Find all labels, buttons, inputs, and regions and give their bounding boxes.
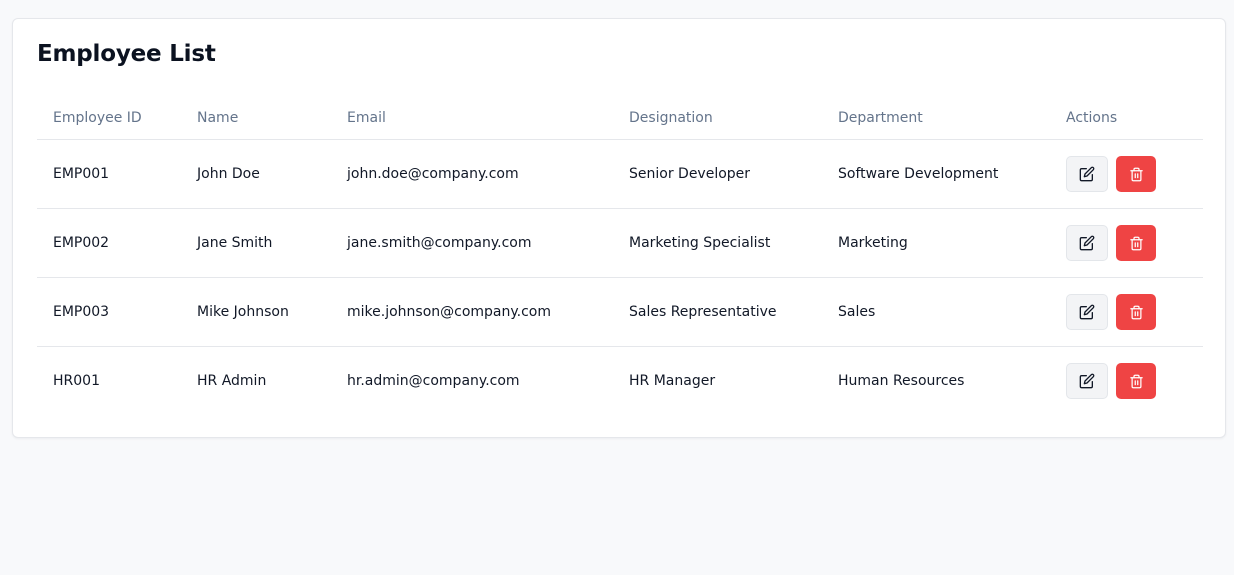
column-header-email: Email bbox=[331, 97, 613, 140]
edit-button[interactable] bbox=[1066, 225, 1108, 261]
edit-icon bbox=[1079, 235, 1095, 251]
name-cell: John Doe bbox=[181, 139, 331, 209]
name-cell: HR Admin bbox=[197, 373, 267, 389]
email-cell: john.doe@company.com bbox=[331, 139, 613, 209]
employee-id-cell: EMP002 bbox=[37, 208, 181, 278]
employee-list-card: Employee List Employee ID Name Email Des… bbox=[12, 18, 1226, 438]
email-cell: jane.smith@company.com bbox=[331, 208, 613, 278]
row-actions bbox=[1066, 363, 1203, 399]
edit-icon bbox=[1079, 304, 1095, 320]
designation-cell: HR Manager bbox=[629, 373, 716, 389]
email-cell: mike.johnson@company.com bbox=[331, 277, 613, 347]
column-header-employee-id: Employee ID bbox=[37, 97, 181, 140]
table-header: Employee ID Name Email Designation Depar… bbox=[37, 97, 1203, 140]
column-header-department: Department bbox=[822, 97, 1050, 140]
employee-table: Employee ID Name Email Designation Depar… bbox=[37, 97, 1203, 415]
trash-icon bbox=[1129, 374, 1143, 388]
edit-button[interactable] bbox=[1066, 363, 1108, 399]
header-row: Employee ID Name Email Designation Depar… bbox=[37, 97, 1203, 140]
column-header-actions: Actions bbox=[1050, 97, 1203, 140]
designation-cell: Marketing Specialist bbox=[613, 208, 822, 278]
trash-icon bbox=[1129, 305, 1143, 319]
table-body: EMP001 John Doe john.doe@company.com Sen… bbox=[37, 139, 1203, 416]
page-title: Employee List bbox=[37, 41, 216, 67]
table-row: EMP002 Jane Smith jane.smith@company.com… bbox=[37, 208, 1203, 278]
employee-id-cell: EMP001 bbox=[37, 139, 181, 209]
email-cell: hr.admin@company.com bbox=[347, 373, 520, 389]
actions-cell bbox=[1050, 208, 1203, 278]
table-row: EMP001 John Doe john.doe@company.com Sen… bbox=[37, 139, 1203, 209]
edit-icon bbox=[1079, 373, 1095, 389]
table-row: HR001 HR Admin hr.admin@company.com HR M… bbox=[37, 347, 1203, 416]
edit-button[interactable] bbox=[1066, 294, 1108, 330]
trash-icon bbox=[1129, 167, 1143, 181]
column-header-designation: Designation bbox=[613, 97, 822, 140]
actions-cell bbox=[1050, 277, 1203, 347]
trash-icon bbox=[1129, 236, 1143, 250]
employee-id-cell: EMP003 bbox=[37, 277, 181, 347]
name-cell: Jane Smith bbox=[181, 208, 331, 278]
row-actions bbox=[1066, 225, 1203, 261]
delete-button[interactable] bbox=[1116, 363, 1156, 399]
row-actions bbox=[1066, 156, 1203, 192]
edit-icon bbox=[1079, 166, 1095, 182]
employee-id-cell: HR001 bbox=[53, 373, 100, 389]
department-cell: Sales bbox=[822, 277, 1050, 347]
delete-button[interactable] bbox=[1116, 294, 1156, 330]
delete-button[interactable] bbox=[1116, 225, 1156, 261]
column-header-name: Name bbox=[181, 97, 331, 140]
actions-cell bbox=[1050, 139, 1203, 209]
designation-cell: Sales Representative bbox=[613, 277, 822, 347]
delete-button[interactable] bbox=[1116, 156, 1156, 192]
actions-cell bbox=[1050, 347, 1203, 416]
name-cell: Mike Johnson bbox=[181, 277, 331, 347]
department-cell: Human Resources bbox=[838, 373, 965, 389]
designation-cell: Senior Developer bbox=[613, 139, 822, 209]
row-actions bbox=[1066, 294, 1203, 330]
edit-button[interactable] bbox=[1066, 156, 1108, 192]
department-cell: Marketing bbox=[822, 208, 1050, 278]
department-cell: Software Development bbox=[822, 139, 1050, 209]
table-row: EMP003 Mike Johnson mike.johnson@company… bbox=[37, 277, 1203, 347]
